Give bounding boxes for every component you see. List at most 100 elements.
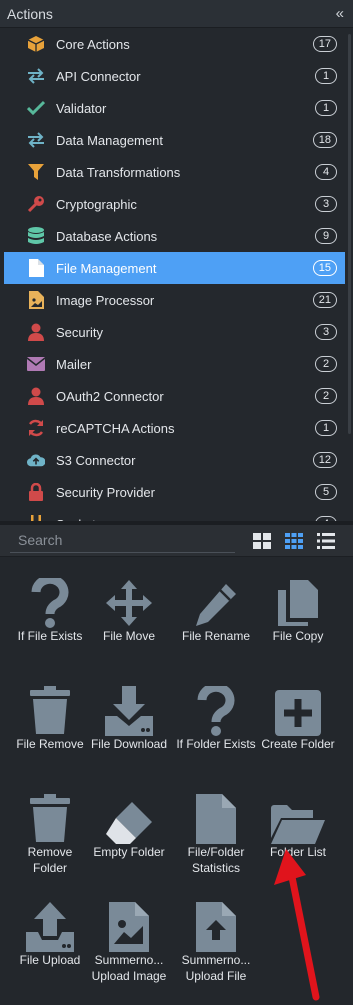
action-category-security-provider[interactable]: Security Provider 5 bbox=[4, 476, 345, 508]
action-tile-if-file-exists[interactable]: If File Exists bbox=[10, 560, 90, 656]
action-tile-file-upload[interactable]: File Upload bbox=[10, 884, 90, 980]
trash-icon bbox=[23, 790, 77, 844]
action-category-label: Security bbox=[56, 324, 103, 340]
action-category-label: Core Actions bbox=[56, 36, 130, 52]
panel-header: Actions « bbox=[0, 0, 353, 28]
action-tile-folder-list[interactable]: Folder List bbox=[258, 776, 338, 872]
tile-label: File Move bbox=[102, 629, 155, 643]
cube-icon bbox=[27, 35, 45, 53]
count-badge: 3 bbox=[315, 324, 337, 340]
database-icon bbox=[27, 227, 45, 245]
action-tile-remove-folder[interactable]: Remove Folder bbox=[10, 776, 90, 875]
count-badge: 5 bbox=[315, 484, 337, 500]
list-scrollbar[interactable] bbox=[348, 34, 351, 434]
action-category-label: Image Processor bbox=[56, 292, 155, 308]
tile-label: Empty Folder bbox=[93, 845, 165, 859]
action-tile-file-download[interactable]: File Download bbox=[89, 668, 169, 764]
upload-icon bbox=[23, 898, 77, 952]
action-tile-empty-folder[interactable]: Empty Folder bbox=[89, 776, 169, 872]
plus-square-icon bbox=[271, 682, 325, 736]
action-category-label: File Management bbox=[56, 260, 157, 276]
tile-label: If Folder Exists bbox=[176, 737, 256, 751]
filter-icon bbox=[27, 163, 45, 181]
download-icon bbox=[102, 682, 156, 736]
action-category-oauth2-connector[interactable]: OAuth2 Connector 2 bbox=[4, 380, 345, 412]
cloud-upload-icon bbox=[27, 451, 45, 469]
count-badge: 12 bbox=[312, 452, 337, 468]
action-category-label: API Connector bbox=[56, 68, 141, 84]
actions-list: Core Actions 17 API Connector 1 Validator 1 Da… bbox=[0, 28, 353, 521]
list-view-icon[interactable] bbox=[317, 532, 335, 550]
search-bar bbox=[0, 525, 353, 557]
action-category-database-actions[interactable]: Database Actions 9 bbox=[4, 220, 345, 252]
action-category-recaptcha-actions[interactable]: reCAPTCHA Actions 1 bbox=[4, 412, 345, 444]
tile-label: Remove Folder bbox=[27, 845, 73, 875]
tile-label: Folder List bbox=[269, 845, 327, 859]
action-category-core-actions[interactable]: Core Actions 17 bbox=[4, 28, 345, 60]
file-icon bbox=[27, 259, 45, 277]
tile-label: File/Folder Statistics bbox=[187, 845, 245, 875]
count-badge: 1 bbox=[315, 68, 337, 84]
action-tile-create-folder[interactable]: Create Folder bbox=[258, 668, 338, 764]
action-category-label: Validator bbox=[56, 100, 107, 116]
count-badge: 21 bbox=[312, 292, 337, 308]
count-badge: 4 bbox=[315, 164, 337, 180]
small-grid-icon[interactable] bbox=[285, 532, 303, 550]
action-tile-file-folder-statistics[interactable]: File/Folder Statistics bbox=[176, 776, 256, 875]
action-category-label: Data Transformations bbox=[56, 164, 181, 180]
action-tile-summerno-upload-image[interactable]: Summerno... Upload Image bbox=[89, 884, 169, 983]
eraser-icon bbox=[102, 790, 156, 844]
action-category-data-transformations[interactable]: Data Transformations 4 bbox=[4, 156, 345, 188]
view-mode-toggle bbox=[253, 532, 335, 550]
action-tile-if-folder-exists[interactable]: If Folder Exists bbox=[176, 668, 256, 764]
tile-label: File Copy bbox=[272, 629, 324, 643]
check-icon bbox=[27, 99, 45, 117]
search-input[interactable] bbox=[10, 528, 235, 553]
action-tile-file-remove[interactable]: File Remove bbox=[10, 668, 90, 764]
swap-arrows-icon bbox=[27, 131, 45, 149]
action-category-label: S3 Connector bbox=[56, 452, 136, 468]
action-category-image-processor[interactable]: Image Processor 21 bbox=[4, 284, 345, 316]
action-tile-file-rename[interactable]: File Rename bbox=[176, 560, 256, 656]
action-category-label: reCAPTCHA Actions bbox=[56, 420, 175, 436]
action-category-label: Database Actions bbox=[56, 228, 158, 244]
count-badge: 17 bbox=[312, 36, 337, 52]
tile-label: File Remove bbox=[16, 737, 84, 751]
trash-icon bbox=[23, 682, 77, 736]
tile-label: Create Folder bbox=[261, 737, 335, 751]
action-category-api-connector[interactable]: API Connector 1 bbox=[4, 60, 345, 92]
action-category-validator[interactable]: Validator 1 bbox=[4, 92, 345, 124]
action-category-label: Security Provider bbox=[56, 484, 155, 500]
action-category-security[interactable]: Security 3 bbox=[4, 316, 345, 348]
lock-icon bbox=[27, 483, 45, 501]
count-badge: 1 bbox=[315, 420, 337, 436]
move-arrows-icon bbox=[102, 574, 156, 628]
action-category-label: Data Management bbox=[56, 132, 163, 148]
action-tile-file-copy[interactable]: File Copy bbox=[258, 560, 338, 656]
collapse-panel-button[interactable]: « bbox=[336, 5, 345, 22]
count-badge: 15 bbox=[312, 260, 337, 276]
large-grid-icon[interactable] bbox=[253, 532, 271, 550]
action-tile-file-move[interactable]: File Move bbox=[89, 560, 169, 656]
count-badge: 1 bbox=[315, 100, 337, 116]
user-icon bbox=[27, 323, 45, 341]
envelope-icon bbox=[27, 355, 45, 373]
action-category-sockets[interactable]: Sockets4 bbox=[4, 508, 345, 521]
image-file-icon bbox=[102, 898, 156, 952]
swap-arrows-icon bbox=[27, 67, 45, 85]
file-upload-icon bbox=[189, 898, 243, 952]
count-badge: 18 bbox=[312, 132, 337, 148]
count-badge: 3 bbox=[315, 196, 337, 212]
count-badge: 9 bbox=[315, 228, 337, 244]
action-category-file-management[interactable]: File Management 15 bbox=[4, 252, 345, 284]
action-category-s3-connector[interactable]: S3 Connector 12 bbox=[4, 444, 345, 476]
action-category-mailer[interactable]: Mailer 2 bbox=[4, 348, 345, 380]
pencil-icon bbox=[189, 574, 243, 628]
key-icon bbox=[27, 195, 45, 213]
tile-label: File Upload bbox=[19, 953, 81, 967]
action-category-cryptographic[interactable]: Cryptographic 3 bbox=[4, 188, 345, 220]
action-category-label: Cryptographic bbox=[56, 196, 137, 212]
action-tile-summerno-upload-file[interactable]: Summerno... Upload File bbox=[176, 884, 256, 983]
action-category-label: Mailer bbox=[56, 356, 92, 372]
action-category-data-management[interactable]: Data Management 18 bbox=[4, 124, 345, 156]
